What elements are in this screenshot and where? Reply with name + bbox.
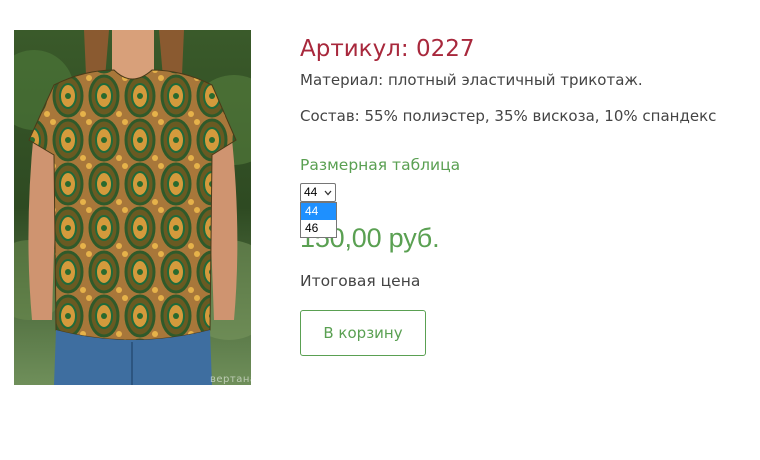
product-composition: Состав: 55% полиэстер, 35% вискоза, 10% … <box>300 107 717 125</box>
size-table-link[interactable]: Размерная таблица <box>300 156 460 174</box>
chevron-down-icon <box>324 185 332 196</box>
add-to-cart-button[interactable]: В корзину <box>300 310 426 356</box>
product-material: Материал: плотный эластичный трикотаж. <box>300 71 643 89</box>
size-option[interactable]: 46 <box>301 220 336 237</box>
total-price-label: Итоговая цена <box>300 272 421 290</box>
size-option[interactable]: 44 <box>301 203 336 220</box>
photo-watermark: вертана.рф <box>210 374 251 385</box>
size-select[interactable]: 44 <box>300 183 336 202</box>
product-page: вертана.рф Артикул: 0227 Материал: плотн… <box>0 0 760 460</box>
product-photo-illustration <box>14 30 251 385</box>
size-dropdown-list: 44 46 <box>300 202 337 238</box>
size-select-value: 44 <box>304 185 318 199</box>
product-title: Артикул: 0227 <box>300 36 475 62</box>
product-photo: вертана.рф <box>14 30 251 385</box>
